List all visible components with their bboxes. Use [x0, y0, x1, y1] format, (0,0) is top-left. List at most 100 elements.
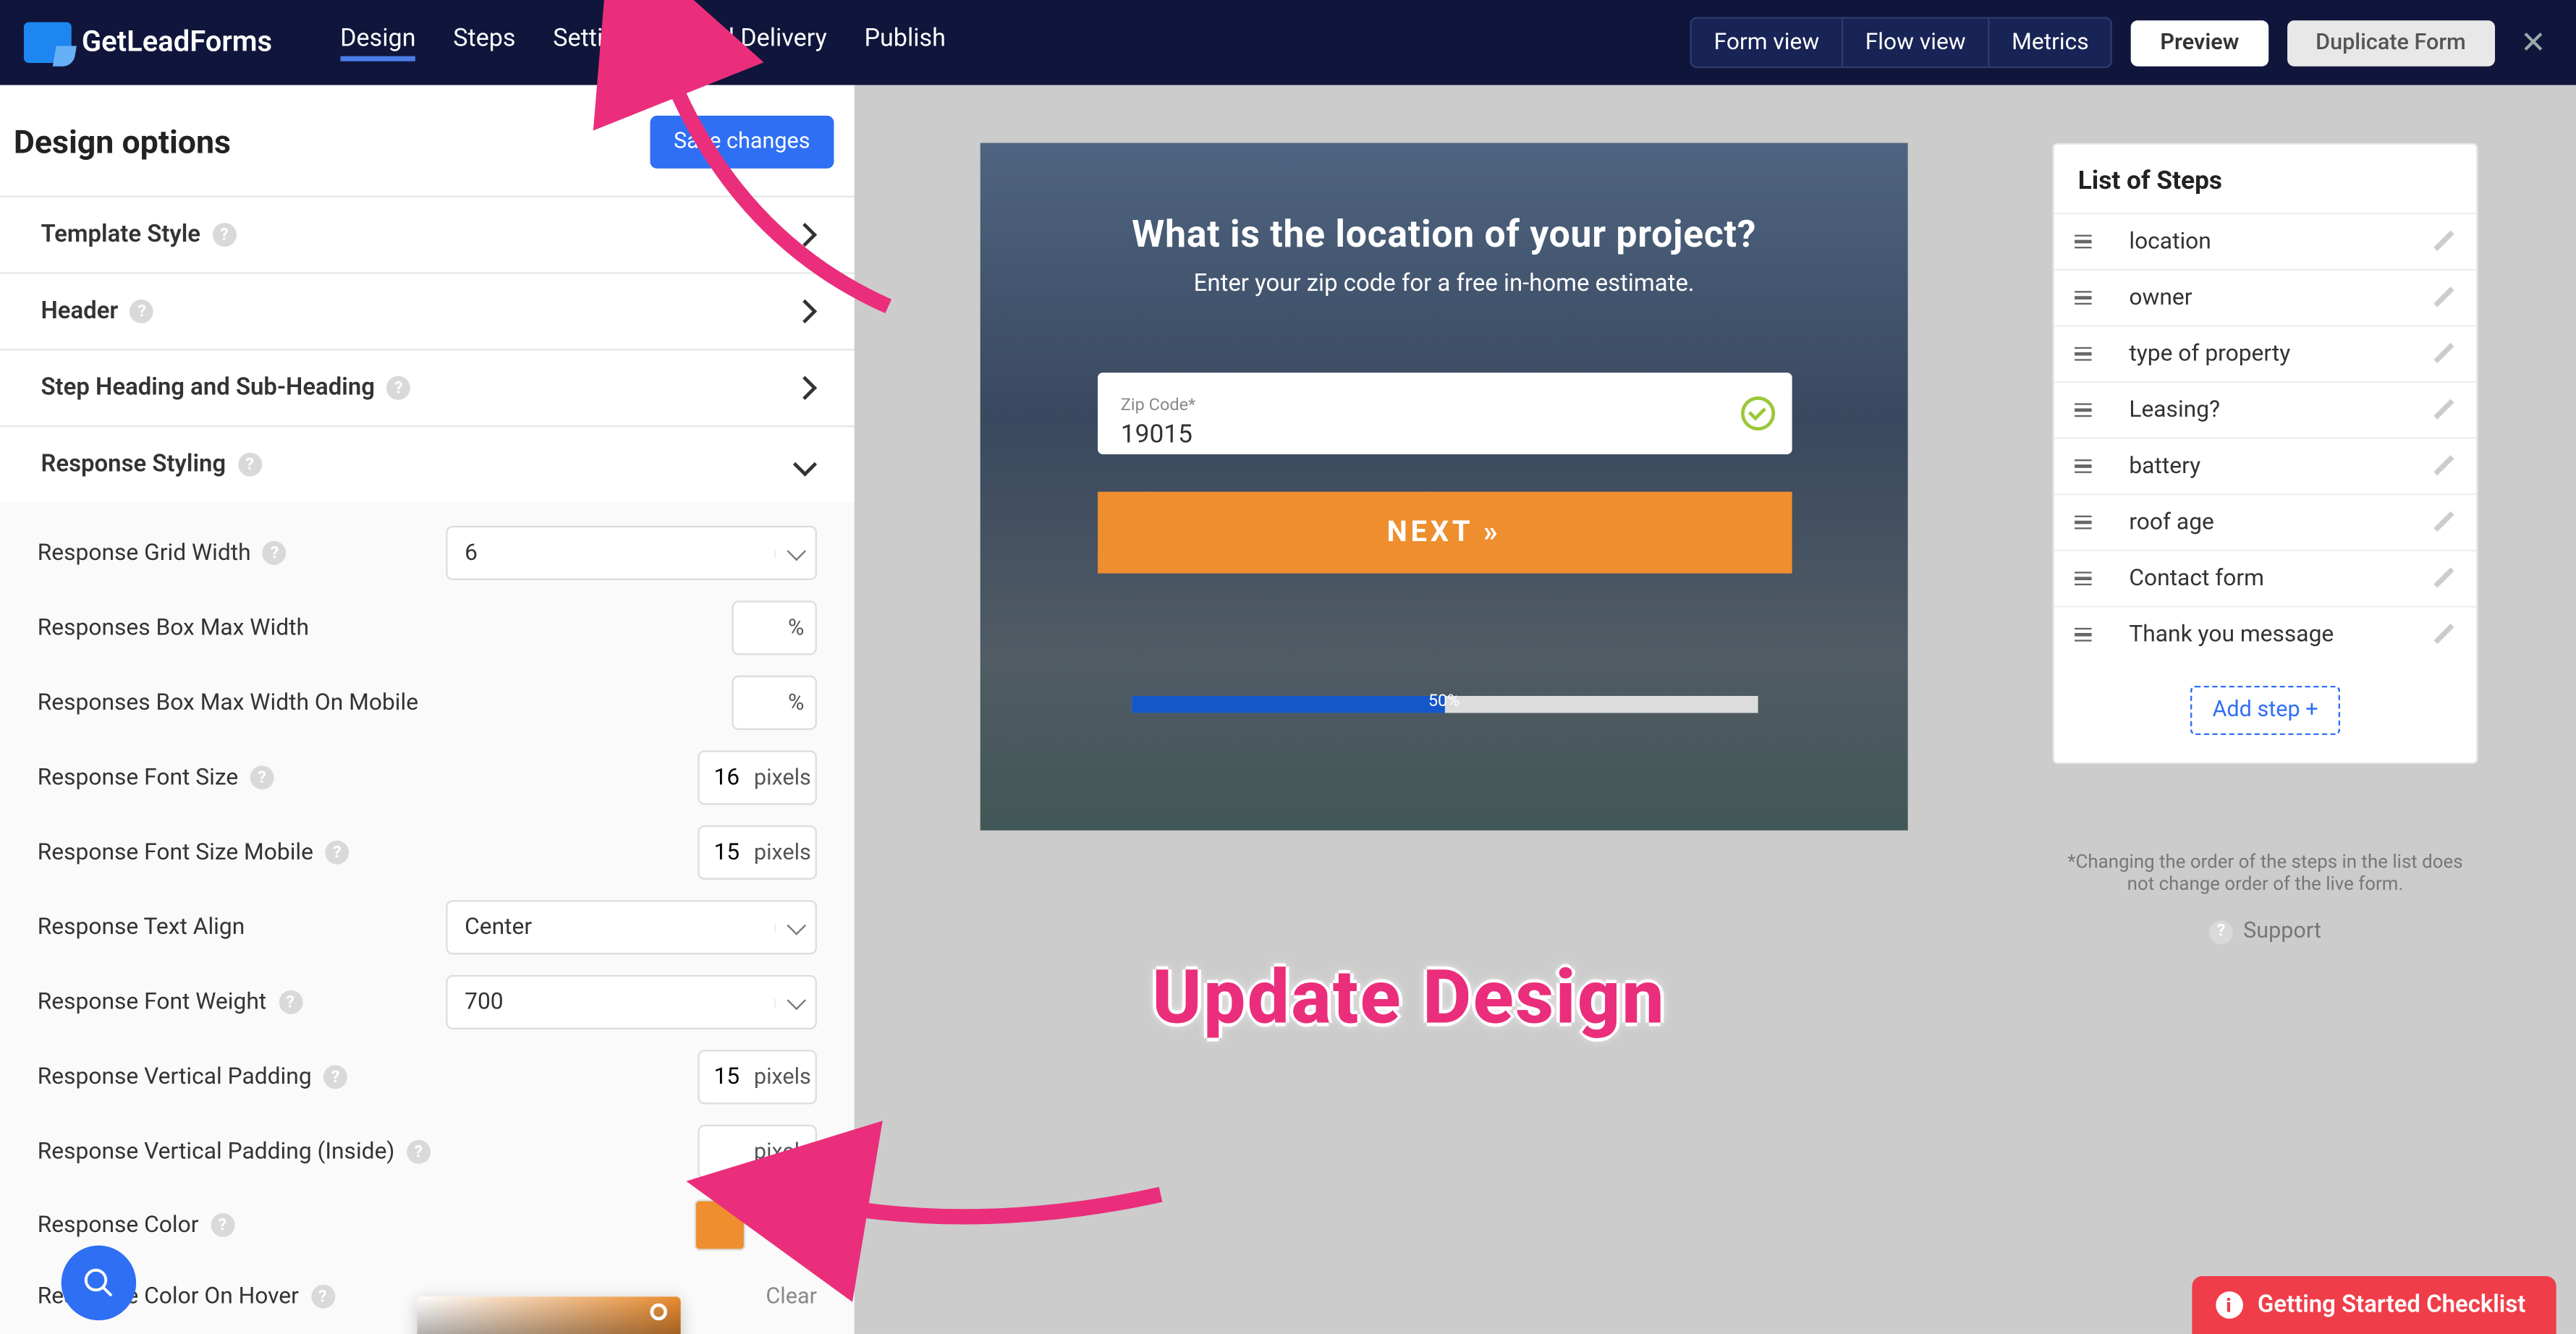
- next-button[interactable]: NEXT »: [1097, 492, 1792, 574]
- edit-icon[interactable]: [2432, 566, 2456, 590]
- tab-steps[interactable]: Steps: [453, 24, 515, 61]
- add-step-button[interactable]: Add step +: [2190, 686, 2340, 735]
- step-name: owner: [2129, 284, 2192, 312]
- step-name: Contact form: [2129, 565, 2264, 592]
- field-label: Response Vertical Padding: [38, 1063, 312, 1091]
- zip-code-field[interactable]: Zip Code* 19015: [1097, 373, 1792, 454]
- edit-icon[interactable]: [2432, 398, 2456, 422]
- step-item[interactable]: type of property: [2054, 325, 2476, 381]
- clear-color-link[interactable]: Clear: [766, 1212, 817, 1238]
- help-icon[interactable]: ?: [238, 453, 262, 477]
- color-swatch[interactable]: [695, 1199, 746, 1251]
- edit-icon[interactable]: [2432, 342, 2456, 366]
- edit-icon[interactable]: [2432, 286, 2456, 310]
- help-fab[interactable]: [62, 1246, 136, 1320]
- step-name: roof age: [2129, 509, 2214, 536]
- step-name: type of property: [2129, 340, 2290, 368]
- flow-view-button[interactable]: Flow view: [1842, 19, 1988, 67]
- steps-title: List of Steps: [2054, 145, 2476, 213]
- valid-check-icon: [1740, 396, 1774, 430]
- font-size-input[interactable]: pixels: [698, 750, 817, 804]
- tab-design[interactable]: Design: [340, 24, 415, 61]
- annotation-arrow-icon: [821, 1164, 1178, 1256]
- step-name: location: [2129, 228, 2211, 255]
- edit-icon[interactable]: [2432, 230, 2456, 254]
- section-step-heading[interactable]: Step Heading and Sub-Heading?: [0, 349, 855, 425]
- tab-publish[interactable]: Publish: [864, 24, 945, 61]
- help-icon[interactable]: ?: [407, 1140, 431, 1164]
- help-icon[interactable]: ?: [250, 765, 274, 789]
- box-max-width-input[interactable]: %: [732, 600, 817, 655]
- duplicate-form-button[interactable]: Duplicate Form: [2287, 20, 2495, 66]
- field-label: Response Vertical Padding (Inside): [38, 1138, 395, 1165]
- help-icon[interactable]: ?: [130, 299, 154, 323]
- field-label: Response Color: [38, 1212, 199, 1239]
- progress-bar: 50%: [1131, 696, 1758, 713]
- step-name: Thank you message: [2129, 621, 2334, 648]
- info-icon: i: [2215, 1291, 2242, 1319]
- step-item[interactable]: owner: [2054, 269, 2476, 326]
- step-item[interactable]: location: [2054, 213, 2476, 269]
- help-icon[interactable]: ?: [211, 1213, 234, 1237]
- step-item[interactable]: battery: [2054, 437, 2476, 493]
- section-response-styling[interactable]: Response Styling?: [0, 425, 855, 502]
- step-item[interactable]: Leasing?: [2054, 381, 2476, 438]
- section-template-style[interactable]: Template Style?: [0, 195, 855, 272]
- help-icon[interactable]: ?: [386, 376, 410, 400]
- picker-cursor-icon[interactable]: [650, 1304, 667, 1321]
- chevron-right-icon: [793, 223, 817, 247]
- tab-lead-delivery[interactable]: Lead Delivery: [681, 24, 827, 61]
- design-sidebar: Design options Save changes Template Sty…: [0, 85, 855, 1334]
- drag-handle-icon[interactable]: [2075, 403, 2092, 417]
- color-picker-panel[interactable]: [417, 1296, 681, 1334]
- help-icon[interactable]: ?: [212, 223, 236, 247]
- close-icon[interactable]: ✕: [2514, 25, 2553, 60]
- section-label: Header: [41, 298, 118, 326]
- support-link[interactable]: ?Support: [2053, 919, 2478, 944]
- edit-icon[interactable]: [2432, 511, 2456, 535]
- step-item[interactable]: roof age: [2054, 493, 2476, 550]
- edit-icon[interactable]: [2432, 454, 2456, 478]
- tab-settings[interactable]: Settings: [553, 24, 643, 61]
- step-item[interactable]: Thank you message: [2054, 606, 2476, 662]
- text-align-select[interactable]: Center: [446, 900, 817, 954]
- box-max-width-mobile-input[interactable]: %: [732, 676, 817, 730]
- drag-handle-icon[interactable]: [2075, 234, 2092, 249]
- zip-label: Zip Code*: [1121, 396, 1195, 415]
- drag-handle-icon[interactable]: [2075, 627, 2092, 642]
- grid-width-select[interactable]: 6: [446, 526, 817, 580]
- preview-canvas: What is the location of your project? En…: [855, 85, 2576, 1334]
- section-header[interactable]: Header?: [0, 272, 855, 349]
- edit-icon[interactable]: [2432, 623, 2456, 647]
- metrics-button[interactable]: Metrics: [1988, 19, 2111, 67]
- checklist-button[interactable]: i Getting Started Checklist: [2191, 1276, 2556, 1334]
- help-icon[interactable]: ?: [279, 990, 302, 1014]
- view-switcher: Form view Flow view Metrics: [1690, 17, 2113, 69]
- help-icon: ?: [2209, 919, 2233, 943]
- preview-button[interactable]: Preview: [2131, 20, 2268, 66]
- dropdown-icon: [774, 549, 815, 558]
- help-icon[interactable]: ?: [325, 841, 349, 864]
- steps-note: *Changing the order of the steps in the …: [2053, 851, 2478, 895]
- save-changes-button[interactable]: Save changes: [650, 116, 834, 169]
- drag-handle-icon[interactable]: [2075, 347, 2092, 361]
- step-item[interactable]: Contact form: [2054, 550, 2476, 606]
- drag-handle-icon[interactable]: [2075, 515, 2092, 530]
- form-view-button[interactable]: Form view: [1692, 19, 1842, 67]
- vpad-inside-input[interactable]: pixels: [698, 1125, 817, 1179]
- brand-name: GetLeadForms: [82, 25, 272, 59]
- help-icon[interactable]: ?: [263, 541, 287, 565]
- help-icon[interactable]: ?: [323, 1065, 347, 1089]
- dropdown-icon: [774, 923, 815, 932]
- drag-handle-icon[interactable]: [2075, 572, 2092, 586]
- drag-handle-icon[interactable]: [2075, 459, 2092, 473]
- help-icon[interactable]: ?: [310, 1285, 334, 1309]
- form-title: What is the location of your project?: [1132, 214, 1756, 257]
- font-weight-select[interactable]: 700: [446, 975, 817, 1029]
- section-label: Template Style: [41, 221, 200, 249]
- clear-color-link[interactable]: Clear: [766, 1284, 817, 1309]
- form-subtitle: Enter your zip code for a free in-home e…: [1194, 271, 1695, 298]
- vpad-input[interactable]: pixels: [698, 1050, 817, 1104]
- drag-handle-icon[interactable]: [2075, 291, 2092, 305]
- font-size-mobile-input[interactable]: pixels: [698, 825, 817, 880]
